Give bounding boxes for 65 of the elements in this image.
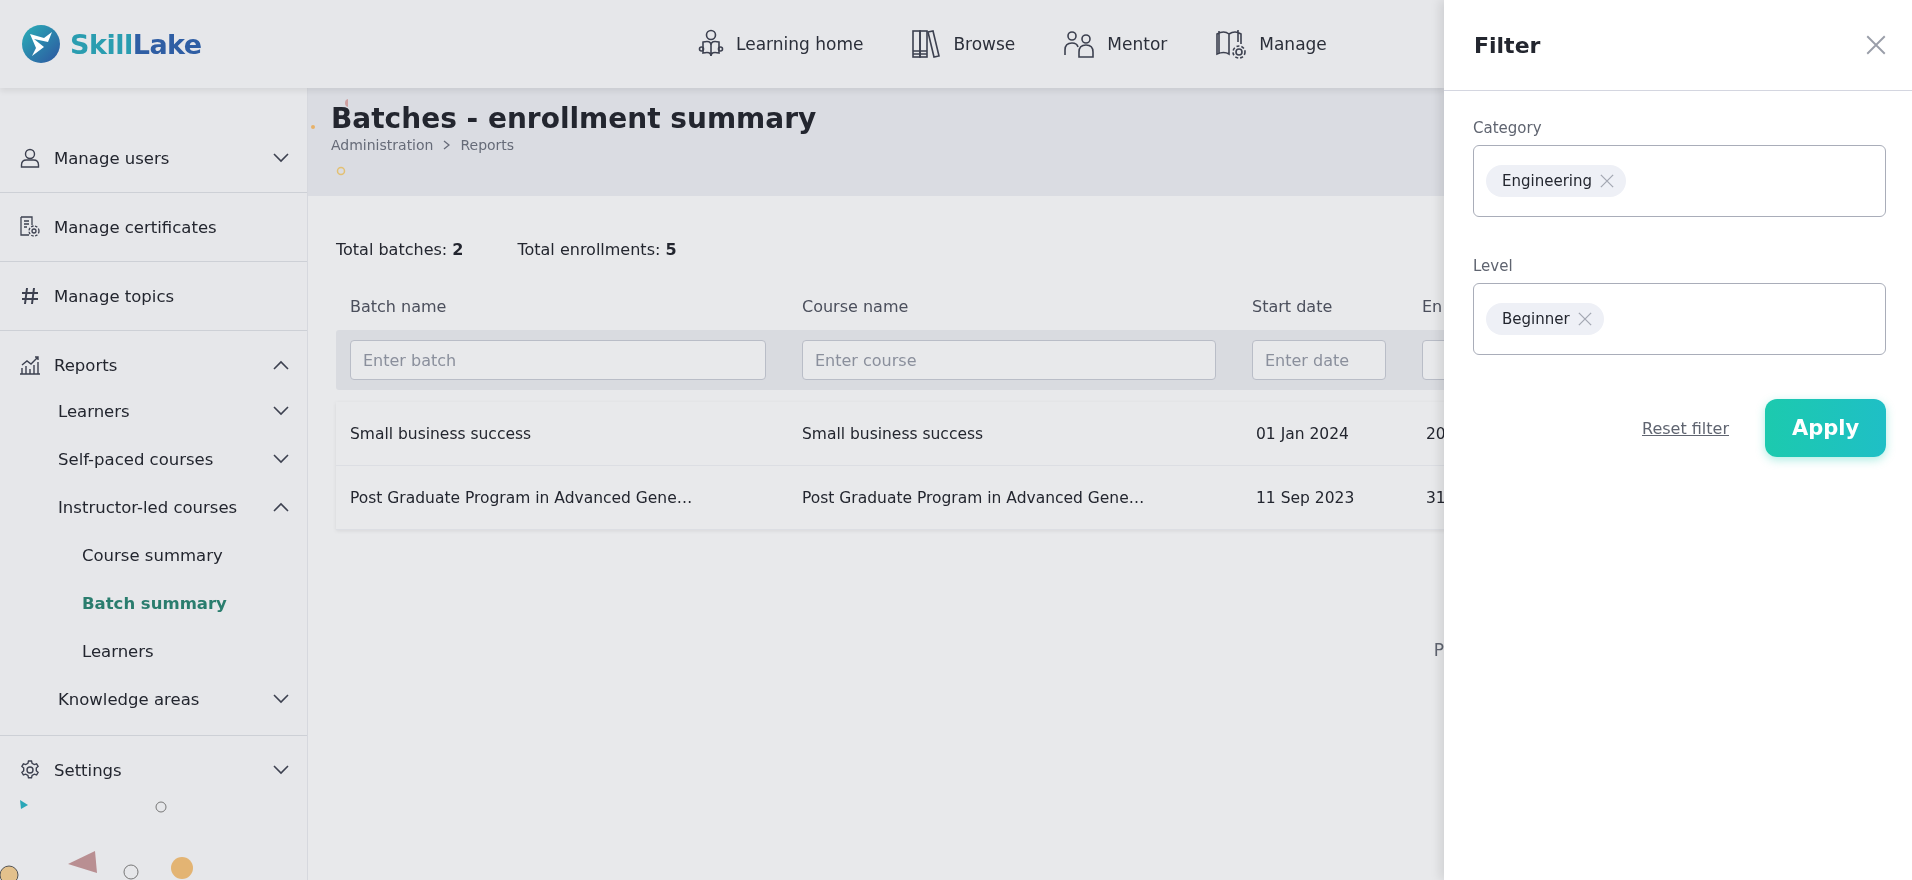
certificate-gear-icon [19,216,41,238]
summary-stat: Total batches: 2 [336,240,464,259]
table-cell: Post Graduate Program in Advanced Gene… [350,488,693,507]
nav-link[interactable]: Learning home [698,28,864,60]
logo-icon [22,24,60,64]
chevron-icon[interactable] [273,153,289,163]
chevron-icon[interactable] [273,694,289,704]
table-cell: 20 [1426,424,1444,443]
filter-input[interactable]: Enter course [802,340,1216,380]
filter-chip[interactable]: Beginner [1486,303,1604,335]
page-title: Batches - enrollment summary [331,102,818,135]
field-label: Level [1473,257,1513,275]
reader-icon [698,29,724,59]
breadcrumb-link[interactable]: Reports [460,137,515,153]
nav-item[interactable]: Course summary [54,545,289,565]
user-icon [20,148,40,168]
nav-item[interactable]: Manage users [54,148,261,168]
reset-link[interactable]: Reset filter [1642,418,1729,438]
summary-stat: Total enrollments: 5 [517,240,677,259]
nav-item[interactable]: Manage topics [54,286,289,306]
nav-item[interactable]: Manage certificates [54,217,289,237]
chevron-icon[interactable] [273,454,289,464]
nav-item[interactable]: Self-paced courses [54,449,261,469]
people-icon [1063,30,1096,58]
chart-icon [19,355,41,375]
nav-item[interactable]: Instructor-led courses [54,497,261,517]
table-cell: Post Graduate Program in Advanced Gene… [802,488,1145,507]
chevron-icon[interactable] [273,765,289,775]
chevron-icon[interactable] [273,360,289,370]
nav-item[interactable]: Knowledge areas [54,689,261,709]
table-cell: 11 Sep 2023 [1256,488,1355,507]
nav-link[interactable]: Manage [1215,28,1327,60]
nav-item[interactable]: Learners [54,641,289,661]
multi-select-field[interactable]: Beginner [1473,283,1886,355]
filter-input[interactable]: Enter batch [350,340,766,380]
nav-link[interactable]: Mentor [1063,28,1168,60]
nav-item[interactable]: Reports [54,355,261,375]
close-icon [1866,35,1886,55]
column-header: Course name [801,297,910,318]
column-header: Start date [1251,297,1334,318]
filter-chip[interactable]: Engineering [1486,165,1626,197]
pagination-text: P [1433,640,1444,660]
filter-input[interactable]: Enter date [1252,340,1386,380]
multi-select-field[interactable]: Engineering [1473,145,1886,217]
column-header: Batch name [349,297,448,318]
nav-item[interactable]: Learners [54,401,261,421]
breadcrumb-link[interactable]: Administration [331,137,434,153]
chevron-icon[interactable] [273,502,289,512]
field-label: Category [1473,119,1542,137]
table-cell: Small business success [802,424,984,443]
logo-text: SkillLake [70,28,202,60]
gear-icon [20,760,40,780]
hash-icon [21,287,39,305]
table-cell: Small business success [350,424,532,443]
books-icon [911,29,942,59]
chevron-icon[interactable] [273,406,289,416]
close-button[interactable] [1866,35,1886,55]
book-gear-icon [1215,28,1248,60]
nav-item[interactable]: Settings [54,760,261,780]
nav-item[interactable]: Batch summary [54,593,289,613]
column-header: En [1421,297,1444,318]
table-cell: 01 Jan 2024 [1256,424,1349,443]
table-cell: 31 [1426,488,1444,507]
nav-link[interactable]: Browse [911,28,1016,60]
panel-title: Filter [1474,32,1541,58]
